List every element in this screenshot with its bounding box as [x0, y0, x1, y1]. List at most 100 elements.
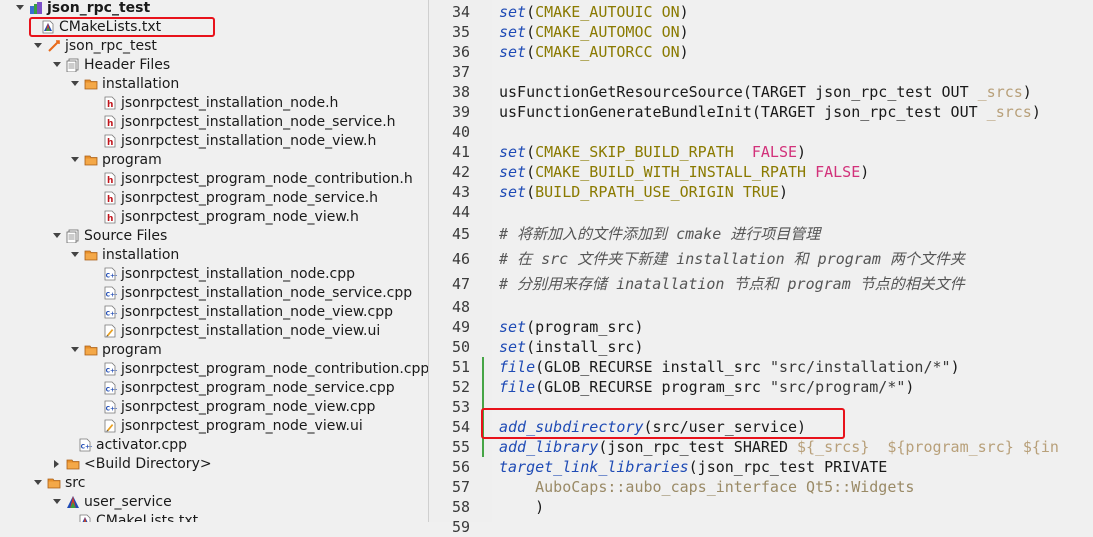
tree-item[interactable]: program — [0, 151, 428, 170]
tree-item[interactable]: h jsonrpctest_program_node_contribution.h — [0, 170, 428, 189]
expand-arrow-icon[interactable] — [71, 81, 79, 86]
tree-item[interactable]: installation — [0, 75, 428, 94]
svg-text:h: h — [107, 214, 113, 224]
line-number: 34 — [451, 3, 470, 21]
code-token: FALSE — [815, 163, 861, 181]
svg-text:h: h — [107, 100, 113, 110]
code-token: CMAKE_SKIP_BUILD_RPATH — [535, 143, 734, 161]
tree-item-label: jsonrpctest_program_node_contribution.cp… — [121, 361, 428, 377]
header-file-icon: h — [103, 96, 117, 110]
expand-arrow-icon[interactable] — [53, 62, 61, 67]
code-line[interactable]: AuboCaps::aubo_caps_interface Qt5::Widge… — [499, 477, 914, 497]
tree-item-label: jsonrpctest_installation_node_view.h — [121, 133, 377, 149]
header-file-icon: h — [103, 134, 117, 148]
tree-item[interactable]: h jsonrpctest_installation_node_view.h — [0, 132, 428, 151]
tree-item[interactable]: C++ jsonrpctest_installation_node_service… — [0, 284, 428, 303]
tree-item[interactable]: Source Files — [0, 227, 428, 246]
code-line[interactable]: # 将新加入的文件添加到 cmake 进行项目管理 — [499, 224, 820, 244]
code-token: ( — [526, 163, 536, 181]
code-token: set — [499, 338, 527, 356]
tree-item[interactable]: jsonrpctest_installation_node_view.ui — [0, 322, 428, 341]
expand-arrow-icon[interactable] — [53, 499, 61, 504]
tree-item[interactable]: <Build Directory> — [0, 455, 428, 474]
line-number: 38 — [451, 83, 470, 101]
code-line[interactable]: file(GLOB_RECURSE program_src "src/progr… — [499, 377, 914, 397]
tree-item[interactable]: h jsonrpctest_installation_node.h — [0, 94, 428, 113]
line-number: 40 — [451, 123, 470, 141]
tree-item[interactable]: Header Files — [0, 56, 428, 75]
expand-arrow-icon[interactable] — [34, 480, 42, 485]
expand-arrow-icon[interactable] — [71, 347, 79, 352]
code-line[interactable]: set(CMAKE_AUTORCC ON) — [499, 42, 689, 62]
code-token: (install_src) — [526, 338, 644, 356]
tree-item-label: json_rpc_test — [47, 0, 151, 16]
code-token: ) — [1031, 103, 1041, 121]
code-token: (GLOB_RECURSE install_src — [535, 358, 770, 376]
svg-text:C++: C++ — [106, 292, 117, 299]
code-line[interactable]: file(GLOB_RECURSE install_src "src/insta… — [499, 357, 960, 377]
code-token: BUILD_RPATH_USE_ORIGIN — [535, 183, 734, 201]
folder-icon — [84, 77, 98, 91]
code-token: ) — [679, 43, 689, 61]
code-token: # 在 src 文件夹下新建 installation 和 program 两个… — [499, 250, 965, 268]
tree-item[interactable]: C++ activator.cpp — [0, 436, 428, 455]
tree-item[interactable]: json_rpc_test — [0, 37, 428, 56]
code-token: ${program_src} — [887, 438, 1014, 456]
code-token: # 分别用来存储 inatallation 节点和 program 节点的相关文… — [499, 275, 965, 293]
code-token: ON — [661, 43, 680, 61]
expand-arrow-icon[interactable] — [53, 233, 61, 238]
ui-file-icon — [103, 419, 117, 433]
cpp-file-icon: C++ — [103, 381, 120, 395]
code-line[interactable]: set(CMAKE_BUILD_WITH_INSTALL_RPATH FALSE… — [499, 162, 869, 182]
code-line[interactable]: usFunctionGenerateBundleInit(TARGET json… — [499, 102, 1041, 122]
code-line[interactable]: set(program_src) — [499, 317, 644, 337]
tree-item[interactable]: h jsonrpctest_program_node_service.h — [0, 189, 428, 208]
collapse-arrow-icon[interactable] — [54, 460, 59, 468]
code-line[interactable]: target_link_libraries(json_rpc_test PRIV… — [499, 457, 887, 477]
tree-item[interactable]: h jsonrpctest_program_node_view.h — [0, 208, 428, 227]
code-line[interactable]: set(CMAKE_AUTOMOC ON) — [499, 22, 689, 42]
tree-item[interactable]: C++ jsonrpctest_program_node_view.cpp — [0, 398, 428, 417]
code-token: "src/program/*" — [769, 378, 906, 396]
tree-item[interactable]: jsonrpctest_program_node_view.ui — [0, 417, 428, 436]
code-token: _srcs — [986, 103, 1032, 121]
tree-item[interactable]: json_rpc_test — [0, 0, 428, 18]
cpp-file-icon: C++ — [103, 362, 120, 376]
code-line[interactable]: # 分别用来存储 inatallation 节点和 program 节点的相关文… — [499, 274, 965, 294]
code-line[interactable]: set(CMAKE_SKIP_BUILD_RPATH FALSE) — [499, 142, 806, 162]
tree-item[interactable]: user_service — [0, 493, 428, 512]
expand-arrow-icon[interactable] — [71, 252, 79, 257]
code-token: (program_src) — [526, 318, 644, 336]
tree-item[interactable]: h jsonrpctest_installation_node_service.h — [0, 113, 428, 132]
tree-item[interactable]: program — [0, 341, 428, 360]
code-token: # 将新加入的文件添加到 cmake 进行项目管理 — [499, 225, 821, 243]
tree-item[interactable]: C++ jsonrpctest_program_node_service.cpp — [0, 379, 428, 398]
tree-item[interactable]: CMakeLists.txt — [0, 512, 428, 522]
tree-item[interactable]: src — [0, 474, 428, 493]
code-line[interactable]: set(install_src) — [499, 337, 644, 357]
code-line[interactable]: set(BUILD_RPATH_USE_ORIGIN TRUE) — [499, 182, 788, 202]
code-line[interactable]: set(CMAKE_AUTOUIC ON) — [499, 2, 689, 22]
code-line[interactable]: usFunctionGetResourceSource(TARGET json_… — [499, 82, 1032, 102]
line-number: 44 — [451, 203, 470, 221]
cpp-file-icon: C++ — [103, 286, 120, 300]
code-line[interactable]: ) — [499, 497, 544, 517]
expand-arrow-icon[interactable] — [16, 5, 24, 10]
tree-item-label: jsonrpctest_installation_node_view.ui — [121, 323, 381, 339]
line-number: 50 — [451, 338, 470, 356]
line-number: 48 — [451, 298, 470, 316]
tree-item[interactable]: C++ jsonrpctest_installation_node_view.cp… — [0, 303, 428, 322]
project-tree[interactable]: json_rpc_test CMakeLists.txt json_rpc_test… — [0, 0, 428, 522]
expand-arrow-icon[interactable] — [34, 43, 42, 48]
tree-item[interactable]: C++ jsonrpctest_program_node_contribution… — [0, 360, 428, 379]
line-number: 46 — [451, 250, 470, 268]
header-file-icon: h — [103, 115, 117, 129]
expand-arrow-icon[interactable] — [71, 157, 79, 162]
tree-item[interactable]: installation — [0, 246, 428, 265]
code-line[interactable]: add_library(json_rpc_test SHARED ${_srcs… — [499, 437, 1059, 457]
code-line[interactable]: # 在 src 文件夹下新建 installation 和 program 两个… — [499, 249, 965, 269]
tree-item[interactable]: C++ jsonrpctest_installation_node.cpp — [0, 265, 428, 284]
tree-item-label: jsonrpctest_installation_node_service.h — [121, 114, 396, 130]
